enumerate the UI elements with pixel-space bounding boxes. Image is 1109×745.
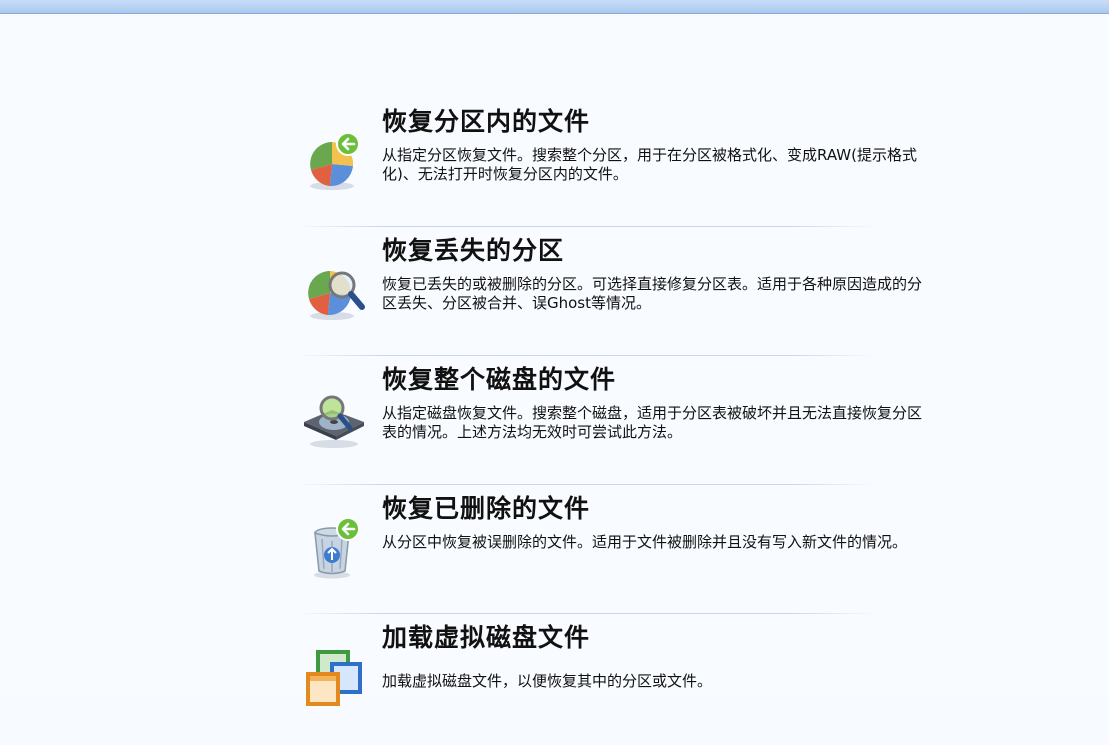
option-title: 加载虚拟磁盘文件: [382, 623, 591, 652]
recovery-options-panel: 恢复分区内的文件 从指定分区恢复文件。搜索整个分区，用于在分区被格式化、变成RA…: [0, 14, 1109, 706]
recycle-bin-restore-icon: [314, 517, 360, 579]
option-description: 恢复已丢失的或被删除的分区。可选择直接修复分区表。适用于各种原因造成的分区丢失、…: [382, 275, 923, 312]
divider: [296, 613, 876, 614]
option-description: 从指定磁盘恢复文件。搜索整个磁盘，适用于分区表被破坏并且无法直接恢复分区表的情况…: [382, 404, 923, 441]
option-recover-lost-partition[interactable]: 恢复丢失的分区 恢复已丢失的或被删除的分区。可选择直接修复分区表。适用于各种原因…: [296, 229, 936, 358]
pie-chart-search-icon: [308, 271, 365, 320]
option-description: 加载虚拟磁盘文件，以便恢复其中的分区或文件。: [382, 672, 713, 690]
option-description: 从分区中恢复被误删除的文件。适用于文件被删除并且没有写入新文件的情况。: [382, 533, 908, 551]
recovery-options-list: 恢复分区内的文件 从指定分区恢复文件。搜索整个分区，用于在分区被格式化、变成RA…: [296, 100, 936, 745]
option-title: 恢复丢失的分区: [382, 236, 565, 265]
option-recover-deleted-files[interactable]: 恢复已删除的文件 从分区中恢复被误删除的文件。适用于文件被删除并且没有写入新文件…: [296, 487, 936, 616]
option-title: 恢复整个磁盘的文件: [382, 365, 617, 394]
option-title: 恢复已删除的文件: [382, 494, 591, 523]
option-load-virtual-disk[interactable]: 加载虚拟磁盘文件 加载虚拟磁盘文件，以便恢复其中的分区或文件。: [296, 616, 936, 745]
option-recover-disk-files[interactable]: 恢复整个磁盘的文件 从指定磁盘恢复文件。搜索整个磁盘，适用于分区表被破坏并且无法…: [296, 358, 936, 487]
top-bar: [0, 0, 1109, 14]
option-title: 恢复分区内的文件: [382, 107, 591, 136]
disk-search-icon: [304, 395, 364, 448]
divider: [296, 355, 876, 356]
virtual-disk-icon: [306, 650, 362, 706]
option-description: 从指定分区恢复文件。搜索整个分区，用于在分区被格式化、变成RAW(提示格式化)、…: [382, 146, 917, 183]
option-recover-partition-files[interactable]: 恢复分区内的文件 从指定分区恢复文件。搜索整个分区，用于在分区被格式化、变成RA…: [296, 100, 936, 229]
pie-chart-restore-icon: [310, 132, 360, 190]
divider: [296, 484, 876, 485]
divider: [296, 226, 876, 227]
